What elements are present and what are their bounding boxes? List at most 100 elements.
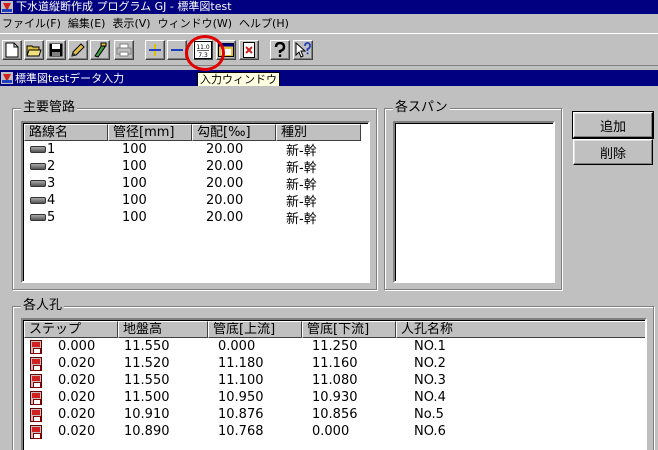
- document-logo-icon: [1, 72, 13, 84]
- table-row[interactable]: 5 100 20.00 新-幹: [24, 209, 368, 227]
- app-title-bar[interactable]: 下水道縦断作成 プログラム GJ - 標準図test: [0, 0, 658, 14]
- new-file-button[interactable]: [2, 40, 22, 60]
- column-header-step[interactable]: ステップ: [24, 321, 118, 338]
- table-cell: 0.000: [218, 339, 256, 354]
- table-cell: 20.00: [206, 210, 244, 225]
- window-title: 下水道縦断作成 プログラム GJ - 標準図test: [16, 0, 232, 13]
- help-button[interactable]: [270, 40, 290, 60]
- menu-file[interactable]: ファイル(F): [0, 14, 66, 33]
- main-pipes-list[interactable]: 路線名 管径[mm] 勾配[‰] 種別 1 100 20.00 新-幹 2 100 20.0…: [21, 121, 370, 283]
- table-row[interactable]: 4 100 20.00 新-幹: [24, 192, 368, 210]
- column-header-type[interactable]: 種別: [276, 124, 361, 141]
- column-header-manhole-name[interactable]: 人孔名称: [396, 321, 645, 338]
- zoom-out-button[interactable]: [167, 40, 187, 60]
- app-logo-icon: [1, 1, 13, 13]
- column-header-gradient[interactable]: 勾配[‰]: [192, 124, 276, 141]
- table-cell: 0.020: [58, 407, 96, 422]
- menu-help[interactable]: ヘルプ(H): [237, 14, 294, 33]
- manhole-icon: [30, 356, 42, 371]
- table-cell: 10.910: [124, 407, 170, 422]
- zoom-in-button[interactable]: [145, 40, 165, 60]
- context-help-button[interactable]: [293, 40, 313, 60]
- column-header-ground-level[interactable]: 地盤高: [118, 321, 208, 338]
- menu-window[interactable]: ウィンドウ(W): [156, 14, 237, 33]
- table-cell: 20.00: [206, 193, 244, 208]
- add-button[interactable]: 追加: [572, 111, 654, 139]
- main-pipes-group: 主要管路 路線名 管径[mm] 勾配[‰] 種別 1 100 20.00 新-幹 2 10…: [12, 100, 377, 290]
- table-cell: 10.876: [218, 407, 264, 422]
- table-row[interactable]: 0.000 11.550 0.000 11.250 NO.1: [24, 338, 645, 355]
- main-pipes-title: 主要管路: [21, 100, 78, 116]
- table-cell: 新-幹: [286, 212, 317, 227]
- pipe-icon: [30, 197, 46, 204]
- table-cell: 0.020: [58, 356, 96, 371]
- table-row[interactable]: 0.020 10.910 10.876 10.856 No.5: [24, 406, 645, 423]
- table-cell: 0.000: [312, 424, 350, 439]
- table-row[interactable]: 0.020 11.500 10.950 10.930 NO.4: [24, 389, 645, 406]
- table-cell: 11.250: [312, 339, 358, 354]
- new-file-icon: [5, 42, 19, 58]
- minus-icon: [171, 49, 183, 51]
- edit-button[interactable]: [68, 40, 88, 60]
- manhole-icon: [30, 373, 42, 388]
- table-row[interactable]: 1 100 20.00 新-幹: [24, 141, 368, 159]
- pencil-icon: [71, 43, 85, 57]
- spans-group: 各スパン: [384, 100, 562, 290]
- column-header-invert-upstream[interactable]: 管底[上流]: [208, 321, 302, 338]
- table-cell: 11.100: [218, 373, 264, 388]
- table-row[interactable]: 3 100 20.00 新-幹: [24, 175, 368, 193]
- table-cell: NO.1: [414, 339, 446, 354]
- save-button[interactable]: [46, 40, 66, 60]
- floppy-disk-icon: [49, 43, 63, 57]
- menu-view[interactable]: 表示(V): [110, 14, 155, 33]
- table-cell: 0.020: [58, 373, 96, 388]
- table-cell: 10.768: [218, 424, 264, 439]
- table-cell: 5: [47, 210, 56, 225]
- manholes-header: ステップ 地盤高 管底[上流] 管底[下流] 人孔名称: [24, 321, 645, 338]
- manholes-title: 各人孔: [21, 298, 65, 314]
- table-cell: 0.000: [58, 339, 96, 354]
- pointer-help-icon: [295, 42, 311, 58]
- table-cell: 2: [47, 159, 56, 174]
- table-cell: 10.856: [312, 407, 358, 422]
- table-row[interactable]: 2 100 20.00 新-幹: [24, 158, 368, 176]
- manholes-list[interactable]: ステップ 地盤高 管底[上流] 管底[下流] 人孔名称 0.000 11.550 0…: [21, 318, 647, 450]
- table-cell: 10.950: [218, 390, 264, 405]
- main-pipes-rows: 1 100 20.00 新-幹 2 100 20.00 新-幹 3 100 20.00 新-幹 4 100…: [24, 141, 368, 227]
- printer-icon: [116, 43, 132, 57]
- table-cell: 100: [122, 159, 147, 174]
- cross-section-button[interactable]: [239, 40, 259, 60]
- table-cell: 11.520: [124, 356, 170, 371]
- table-row[interactable]: 0.020 11.520 11.180 11.160 NO.2: [24, 355, 645, 372]
- question-mark-icon: [274, 42, 286, 57]
- child-window-body: 主要管路 路線名 管径[mm] 勾配[‰] 種別 1 100 20.00 新-幹 2 10…: [0, 86, 658, 450]
- table-cell: 11.550: [124, 339, 170, 354]
- table-row[interactable]: 0.020 10.890 10.768 0.000 NO.6: [24, 423, 645, 440]
- tooltip: 入力ウィンドウ: [197, 72, 280, 87]
- delete-button[interactable]: 削除: [573, 139, 653, 165]
- column-header-diameter[interactable]: 管径[mm]: [108, 124, 192, 141]
- draw-button[interactable]: [90, 40, 110, 60]
- table-cell: NO.6: [414, 424, 446, 439]
- open-file-button[interactable]: [24, 40, 44, 60]
- table-cell: 1: [47, 142, 56, 157]
- pipe-icon: [30, 180, 46, 187]
- table-cell: 0.020: [58, 390, 96, 405]
- table-cell: 11.080: [312, 373, 358, 388]
- main-pipes-header: 路線名 管径[mm] 勾配[‰] 種別: [24, 124, 361, 141]
- column-header-route[interactable]: 路線名: [24, 124, 108, 141]
- document-cross-icon: [243, 42, 255, 58]
- table-cell: No.5: [414, 407, 444, 422]
- pipe-icon: [30, 146, 46, 153]
- table-cell: 20.00: [206, 142, 244, 157]
- print-button[interactable]: [114, 40, 134, 60]
- table-row[interactable]: 0.020 11.550 11.100 11.080 NO.3: [24, 372, 645, 389]
- menu-edit[interactable]: 編集(E): [66, 14, 111, 33]
- table-cell: 0.020: [58, 424, 96, 439]
- table-cell: 20.00: [206, 176, 244, 191]
- child-window-title-bar[interactable]: 標準図testデータ入力: [0, 70, 658, 86]
- spans-list[interactable]: [393, 121, 555, 283]
- table-cell: 10.930: [312, 390, 358, 405]
- menu-bar: ファイル(F) 編集(E) 表示(V) ウィンドウ(W) ヘルプ(H): [0, 14, 658, 33]
- column-header-invert-downstream[interactable]: 管底[下流]: [302, 321, 396, 338]
